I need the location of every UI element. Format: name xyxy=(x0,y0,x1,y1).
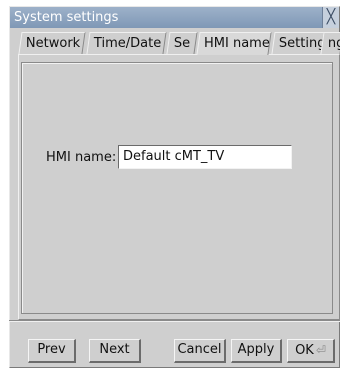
cancel-button[interactable]: Cancel xyxy=(174,339,226,363)
tab-label: Se xyxy=(173,36,191,51)
window-title: System settings xyxy=(14,10,119,25)
close-icon[interactable]: ╳ xyxy=(322,7,339,28)
tab-security[interactable]: Se xyxy=(166,32,198,54)
tab-network[interactable]: Network xyxy=(18,32,86,54)
tab-label: HMI name xyxy=(204,36,270,51)
ok-button[interactable]: OK ⏎ xyxy=(287,339,335,363)
enter-icon: ⏎ xyxy=(315,343,326,357)
tab-hmi-name[interactable]: HMI name xyxy=(196,32,272,55)
divider xyxy=(9,320,340,322)
tab-label: Network xyxy=(25,36,81,51)
prev-label: Prev xyxy=(37,342,66,357)
next-label: Next xyxy=(99,342,130,357)
tab-label: ng xyxy=(327,36,340,51)
apply-label: Apply xyxy=(237,342,275,357)
hmi-name-label: HMI name: xyxy=(46,150,117,165)
hmi-name-field[interactable]: Default cMT_TV xyxy=(118,145,292,169)
tab-time-date[interactable]: Time/Date xyxy=(86,32,167,54)
cancel-label: Cancel xyxy=(177,342,222,357)
ok-label: OK xyxy=(295,343,314,358)
prev-button[interactable]: Prev xyxy=(28,339,76,363)
tab-bar: Network Time/Date Se HMI name Setting ng xyxy=(8,32,340,55)
apply-button[interactable]: Apply xyxy=(231,339,282,363)
next-button[interactable]: Next xyxy=(89,339,141,363)
window-titlebar: System settings xyxy=(10,7,339,28)
tab-panel xyxy=(21,62,333,314)
tab-label: Time/Date xyxy=(93,36,162,51)
tab-setting[interactable]: Setting xyxy=(271,32,325,54)
tab-label: Setting xyxy=(278,36,325,51)
tab-more[interactable]: ng xyxy=(320,32,340,54)
